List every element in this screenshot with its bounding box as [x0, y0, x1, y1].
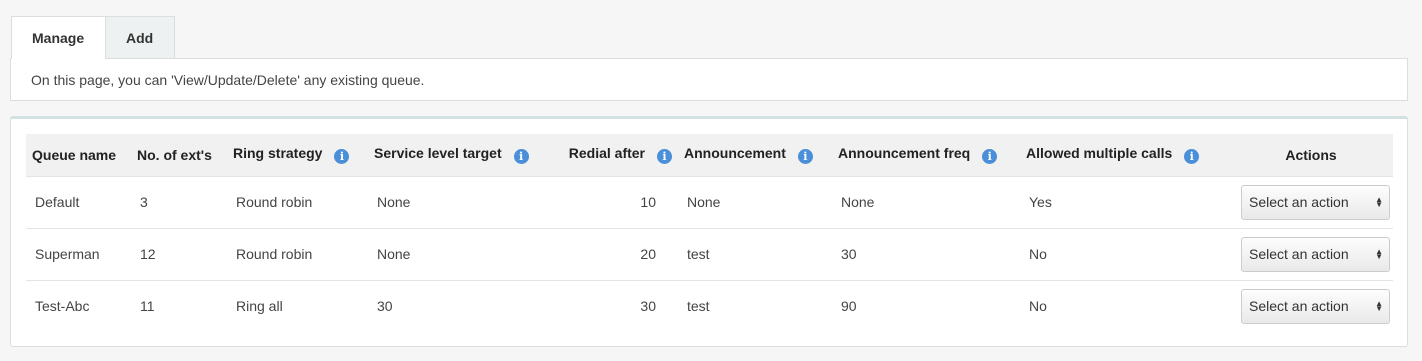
cell-announcement-freq: 90: [841, 298, 857, 315]
action-select-value: Select an action: [1249, 298, 1349, 315]
header-allowed-multiple: Allowed multiple calls i: [1020, 134, 1229, 177]
cell-allowed-multiple: No: [1029, 298, 1047, 315]
cell-allowed-multiple: No: [1020, 228, 1229, 281]
cell-num-exts: 12: [131, 228, 227, 281]
intro-text: On this page, you can 'View/Update/Delet…: [31, 71, 425, 88]
info-icon[interactable]: i: [982, 149, 998, 165]
queue-table-panel: Queue name No. of ext's Ring strategy i S…: [10, 116, 1408, 347]
queue-table: Queue name No. of ext's Ring strategy i S…: [26, 134, 1393, 332]
header-actions: Actions: [1229, 134, 1393, 177]
cell-announcement: test: [687, 298, 710, 315]
header-queue-name: Queue name: [26, 134, 131, 177]
cell-queue-name: Default: [26, 176, 131, 229]
header-num-exts: No. of ext's: [131, 134, 227, 177]
select-arrows-icon: ▲ ▼: [1375, 247, 1383, 261]
info-icon[interactable]: i: [1184, 149, 1200, 165]
cell-num-exts: 11: [140, 298, 155, 315]
action-select[interactable]: Select an action ▲ ▼: [1241, 288, 1390, 324]
header-redial-after: Redial after i: [557, 134, 678, 177]
tab-add[interactable]: Add: [106, 16, 175, 59]
cell-service-level: None: [368, 228, 557, 281]
table-row: Default 3 Round robin None 10 None None …: [26, 176, 1393, 229]
info-icon[interactable]: i: [657, 149, 672, 165]
info-icon[interactable]: i: [513, 149, 529, 165]
cell-num-exts: 3: [131, 176, 227, 229]
cell-ring-strategy: Ring all: [236, 298, 283, 315]
cell-service-level: None: [368, 176, 557, 229]
cell-actions: Select an action ▲ ▼: [1229, 280, 1393, 332]
action-select-value: Select an action: [1249, 246, 1349, 262]
info-icon[interactable]: i: [797, 149, 813, 165]
cell-actions: Select an action ▲ ▼: [1229, 228, 1393, 281]
select-arrows-icon: ▲ ▼: [1375, 299, 1383, 314]
cell-redial-after: 20: [557, 228, 678, 281]
table-header-row: Queue name No. of ext's Ring strategy i S…: [26, 134, 1393, 177]
cell-queue-name: Test-Abc: [35, 298, 90, 315]
cell-announcement-freq: 30: [832, 228, 1020, 281]
action-select-value: Select an action: [1249, 194, 1349, 210]
cell-announcement-freq: None: [832, 176, 1020, 229]
cell-announcement: None: [678, 176, 832, 229]
select-arrows-icon: ▲ ▼: [1375, 195, 1383, 209]
cell-actions: Select an action ▲ ▼: [1229, 176, 1393, 229]
cell-announcement: test: [678, 228, 832, 281]
header-ring-strategy: Ring strategy i: [227, 134, 368, 177]
table-row: Superman 12 Round robin None 20 test 30 …: [26, 228, 1393, 281]
cell-service-level: 30: [377, 298, 393, 315]
header-announcement: Announcement i: [678, 134, 832, 177]
tab-manage[interactable]: Manage: [11, 16, 106, 59]
cell-redial-after: 10: [557, 176, 678, 229]
intro-panel: On this page, you can 'View/Update/Delet…: [10, 58, 1408, 101]
info-icon[interactable]: i: [334, 149, 350, 165]
tab-bar: Manage Add: [11, 16, 175, 59]
table-row: Test-Abc 11 Ring all 30 30 test 90 No Se…: [26, 280, 1393, 332]
cell-redial-after: 30: [640, 298, 656, 315]
cell-ring-strategy: Round robin: [227, 228, 368, 281]
cell-queue-name: Superman: [26, 228, 131, 281]
cell-allowed-multiple: Yes: [1020, 176, 1229, 229]
action-select[interactable]: Select an action ▲ ▼: [1241, 184, 1390, 220]
header-announcement-freq: Announcement freq i: [832, 134, 1020, 177]
header-service-level: Service level target i: [368, 134, 557, 177]
cell-ring-strategy: Round robin: [227, 176, 368, 229]
action-select[interactable]: Select an action ▲ ▼: [1241, 236, 1390, 272]
